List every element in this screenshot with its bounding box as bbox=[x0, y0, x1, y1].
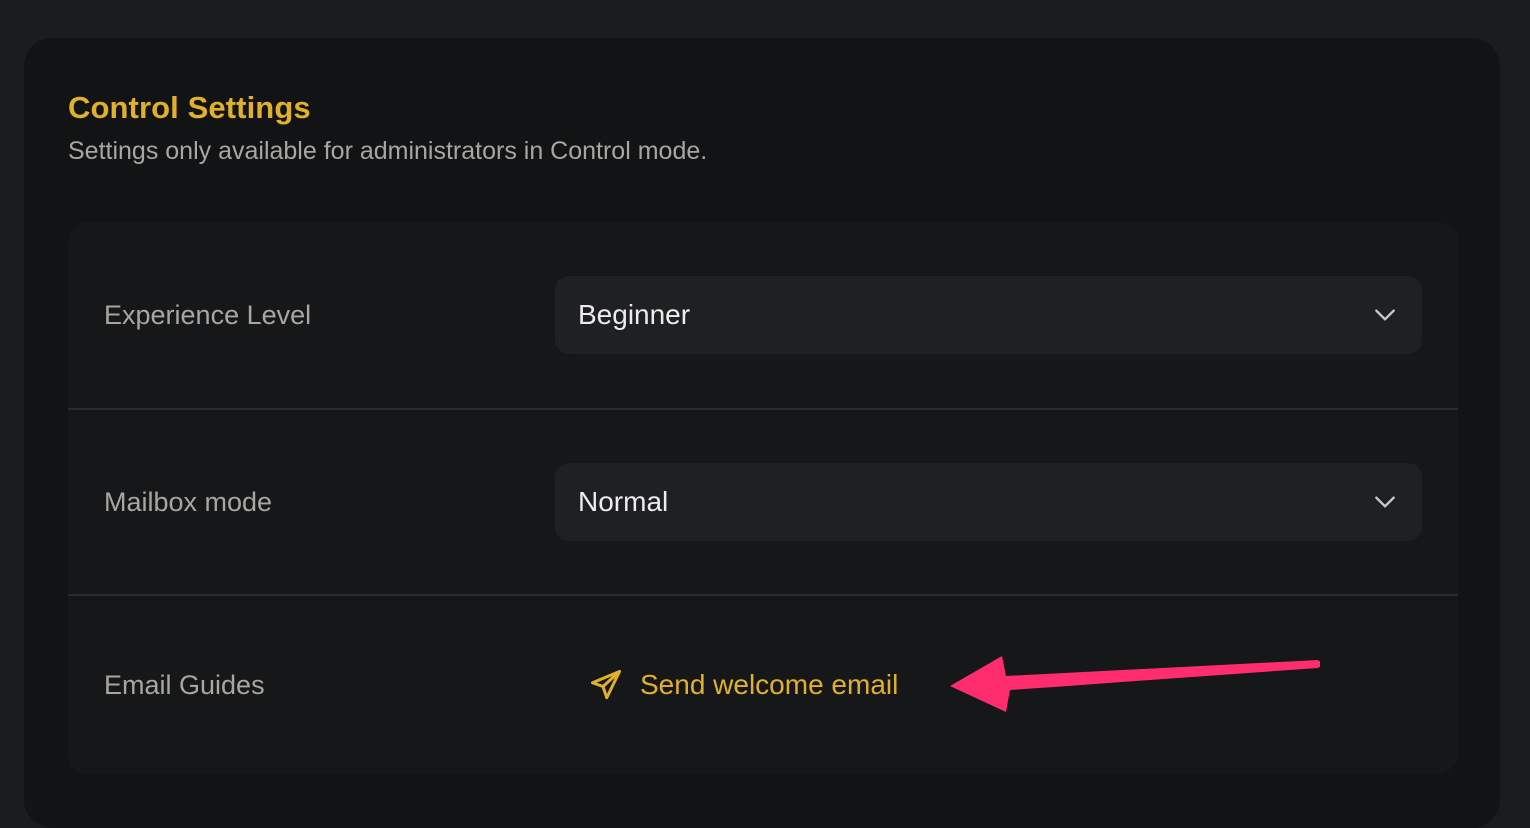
paper-plane-icon bbox=[591, 670, 621, 700]
mailbox-mode-select[interactable]: Normal bbox=[555, 463, 1422, 541]
section-subtitle: Settings only available for administrato… bbox=[68, 137, 708, 165]
mailbox-mode-label: Mailbox mode bbox=[104, 486, 273, 517]
experience-level-value: Beginner bbox=[578, 299, 691, 330]
chevron-down-icon bbox=[1375, 309, 1395, 321]
chevron-down-icon bbox=[1375, 496, 1395, 508]
email-guides-label: Email Guides bbox=[104, 669, 265, 700]
experience-level-select[interactable]: Beginner bbox=[555, 276, 1422, 354]
mailbox-mode-value: Normal bbox=[578, 486, 669, 517]
experience-level-label: Experience Level bbox=[104, 299, 312, 330]
send-welcome-email-label: Send welcome email bbox=[640, 669, 899, 700]
setting-row-email-guides: Email Guides Send welcome email bbox=[68, 596, 1458, 774]
setting-row-mailbox-mode: Mailbox mode Normal bbox=[68, 410, 1458, 596]
section-header: Control Settings Settings only available… bbox=[68, 88, 707, 168]
send-welcome-email-button[interactable]: Send welcome email bbox=[588, 667, 898, 703]
settings-card: Experience Level Beginner Mailbox mode N… bbox=[68, 222, 1458, 774]
section-title: Control Settings bbox=[68, 90, 311, 125]
setting-row-experience-level: Experience Level Beginner bbox=[68, 222, 1458, 410]
